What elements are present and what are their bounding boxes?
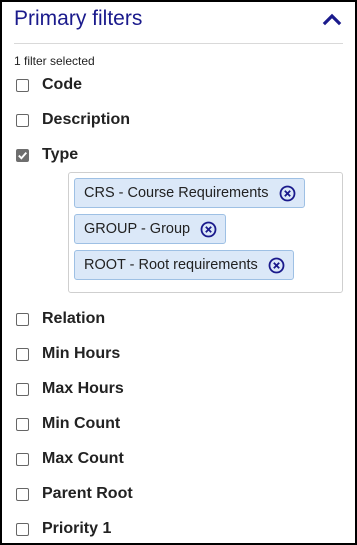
filter-row-priority-1: Priority 1 xyxy=(16,517,111,541)
collapse-button[interactable] xyxy=(321,9,343,29)
type-chip-group: GROUP - Group xyxy=(74,214,227,244)
type-chip-root: ROOT - Root requirements xyxy=(74,250,294,280)
filter-row-type: Type xyxy=(16,143,78,167)
type-chip-label: CRS - Course Requirements xyxy=(84,185,269,201)
type-chip-label: GROUP - Group xyxy=(84,221,191,237)
filter-checkbox-description[interactable] xyxy=(16,113,29,127)
filter-label-min-hours[interactable]: Min Hours xyxy=(42,345,120,363)
filter-label-max-count[interactable]: Max Count xyxy=(42,450,124,468)
remove-chip-button-crs[interactable] xyxy=(279,185,296,202)
remove-chip-button-root[interactable] xyxy=(268,257,285,274)
filter-label-priority-1[interactable]: Priority 1 xyxy=(42,520,111,538)
circle-x-icon xyxy=(200,221,217,237)
type-chip-label: ROOT - Root requirements xyxy=(84,257,258,273)
filter-label-type[interactable]: Type xyxy=(42,146,78,164)
filter-row-description: Description xyxy=(16,108,130,132)
filter-row-min-count: Min Count xyxy=(16,412,120,436)
filter-row-max-hours: Max Hours xyxy=(16,377,124,401)
filter-checkbox-max-count[interactable] xyxy=(16,452,29,466)
filter-checkbox-type[interactable] xyxy=(16,148,29,162)
filter-label-min-count[interactable]: Min Count xyxy=(42,415,120,433)
filter-checkbox-min-hours[interactable] xyxy=(16,347,29,361)
filter-checkbox-relation[interactable] xyxy=(16,312,29,326)
panel-title: Primary filters xyxy=(14,7,143,30)
checkmark-icon xyxy=(18,151,28,160)
filter-row-relation: Relation xyxy=(16,307,105,331)
filter-label-relation[interactable]: Relation xyxy=(42,310,105,328)
filter-checkbox-code[interactable] xyxy=(16,78,29,92)
filter-checkbox-priority-1[interactable] xyxy=(16,522,29,536)
filter-label-code[interactable]: Code xyxy=(42,76,82,94)
primary-filters-panel: Primary filters 1 filter selected Code D… xyxy=(0,0,357,545)
filter-row-min-hours: Min Hours xyxy=(16,342,120,366)
filter-label-parent-root[interactable]: Parent Root xyxy=(42,485,133,503)
selected-count: 1 filter selected xyxy=(14,54,95,68)
type-chip-crs: CRS - Course Requirements xyxy=(74,178,305,208)
filter-label-description[interactable]: Description xyxy=(42,111,130,129)
filter-checkbox-parent-root[interactable] xyxy=(16,487,29,501)
chevron-up-icon xyxy=(322,13,342,26)
filter-row-code: Code xyxy=(16,73,82,97)
filter-row-parent-root: Parent Root xyxy=(16,482,133,506)
type-selection-box: CRS - Course Requirements GROUP - Group … xyxy=(68,172,343,293)
filter-checkbox-max-hours[interactable] xyxy=(16,382,29,396)
filter-label-max-hours[interactable]: Max Hours xyxy=(42,380,124,398)
circle-x-icon xyxy=(279,185,295,201)
filter-checkbox-min-count[interactable] xyxy=(16,417,29,431)
panel-header: Primary filters xyxy=(14,5,343,44)
circle-x-icon xyxy=(268,257,285,273)
filter-row-max-count: Max Count xyxy=(16,447,124,471)
remove-chip-button-group[interactable] xyxy=(200,221,217,238)
